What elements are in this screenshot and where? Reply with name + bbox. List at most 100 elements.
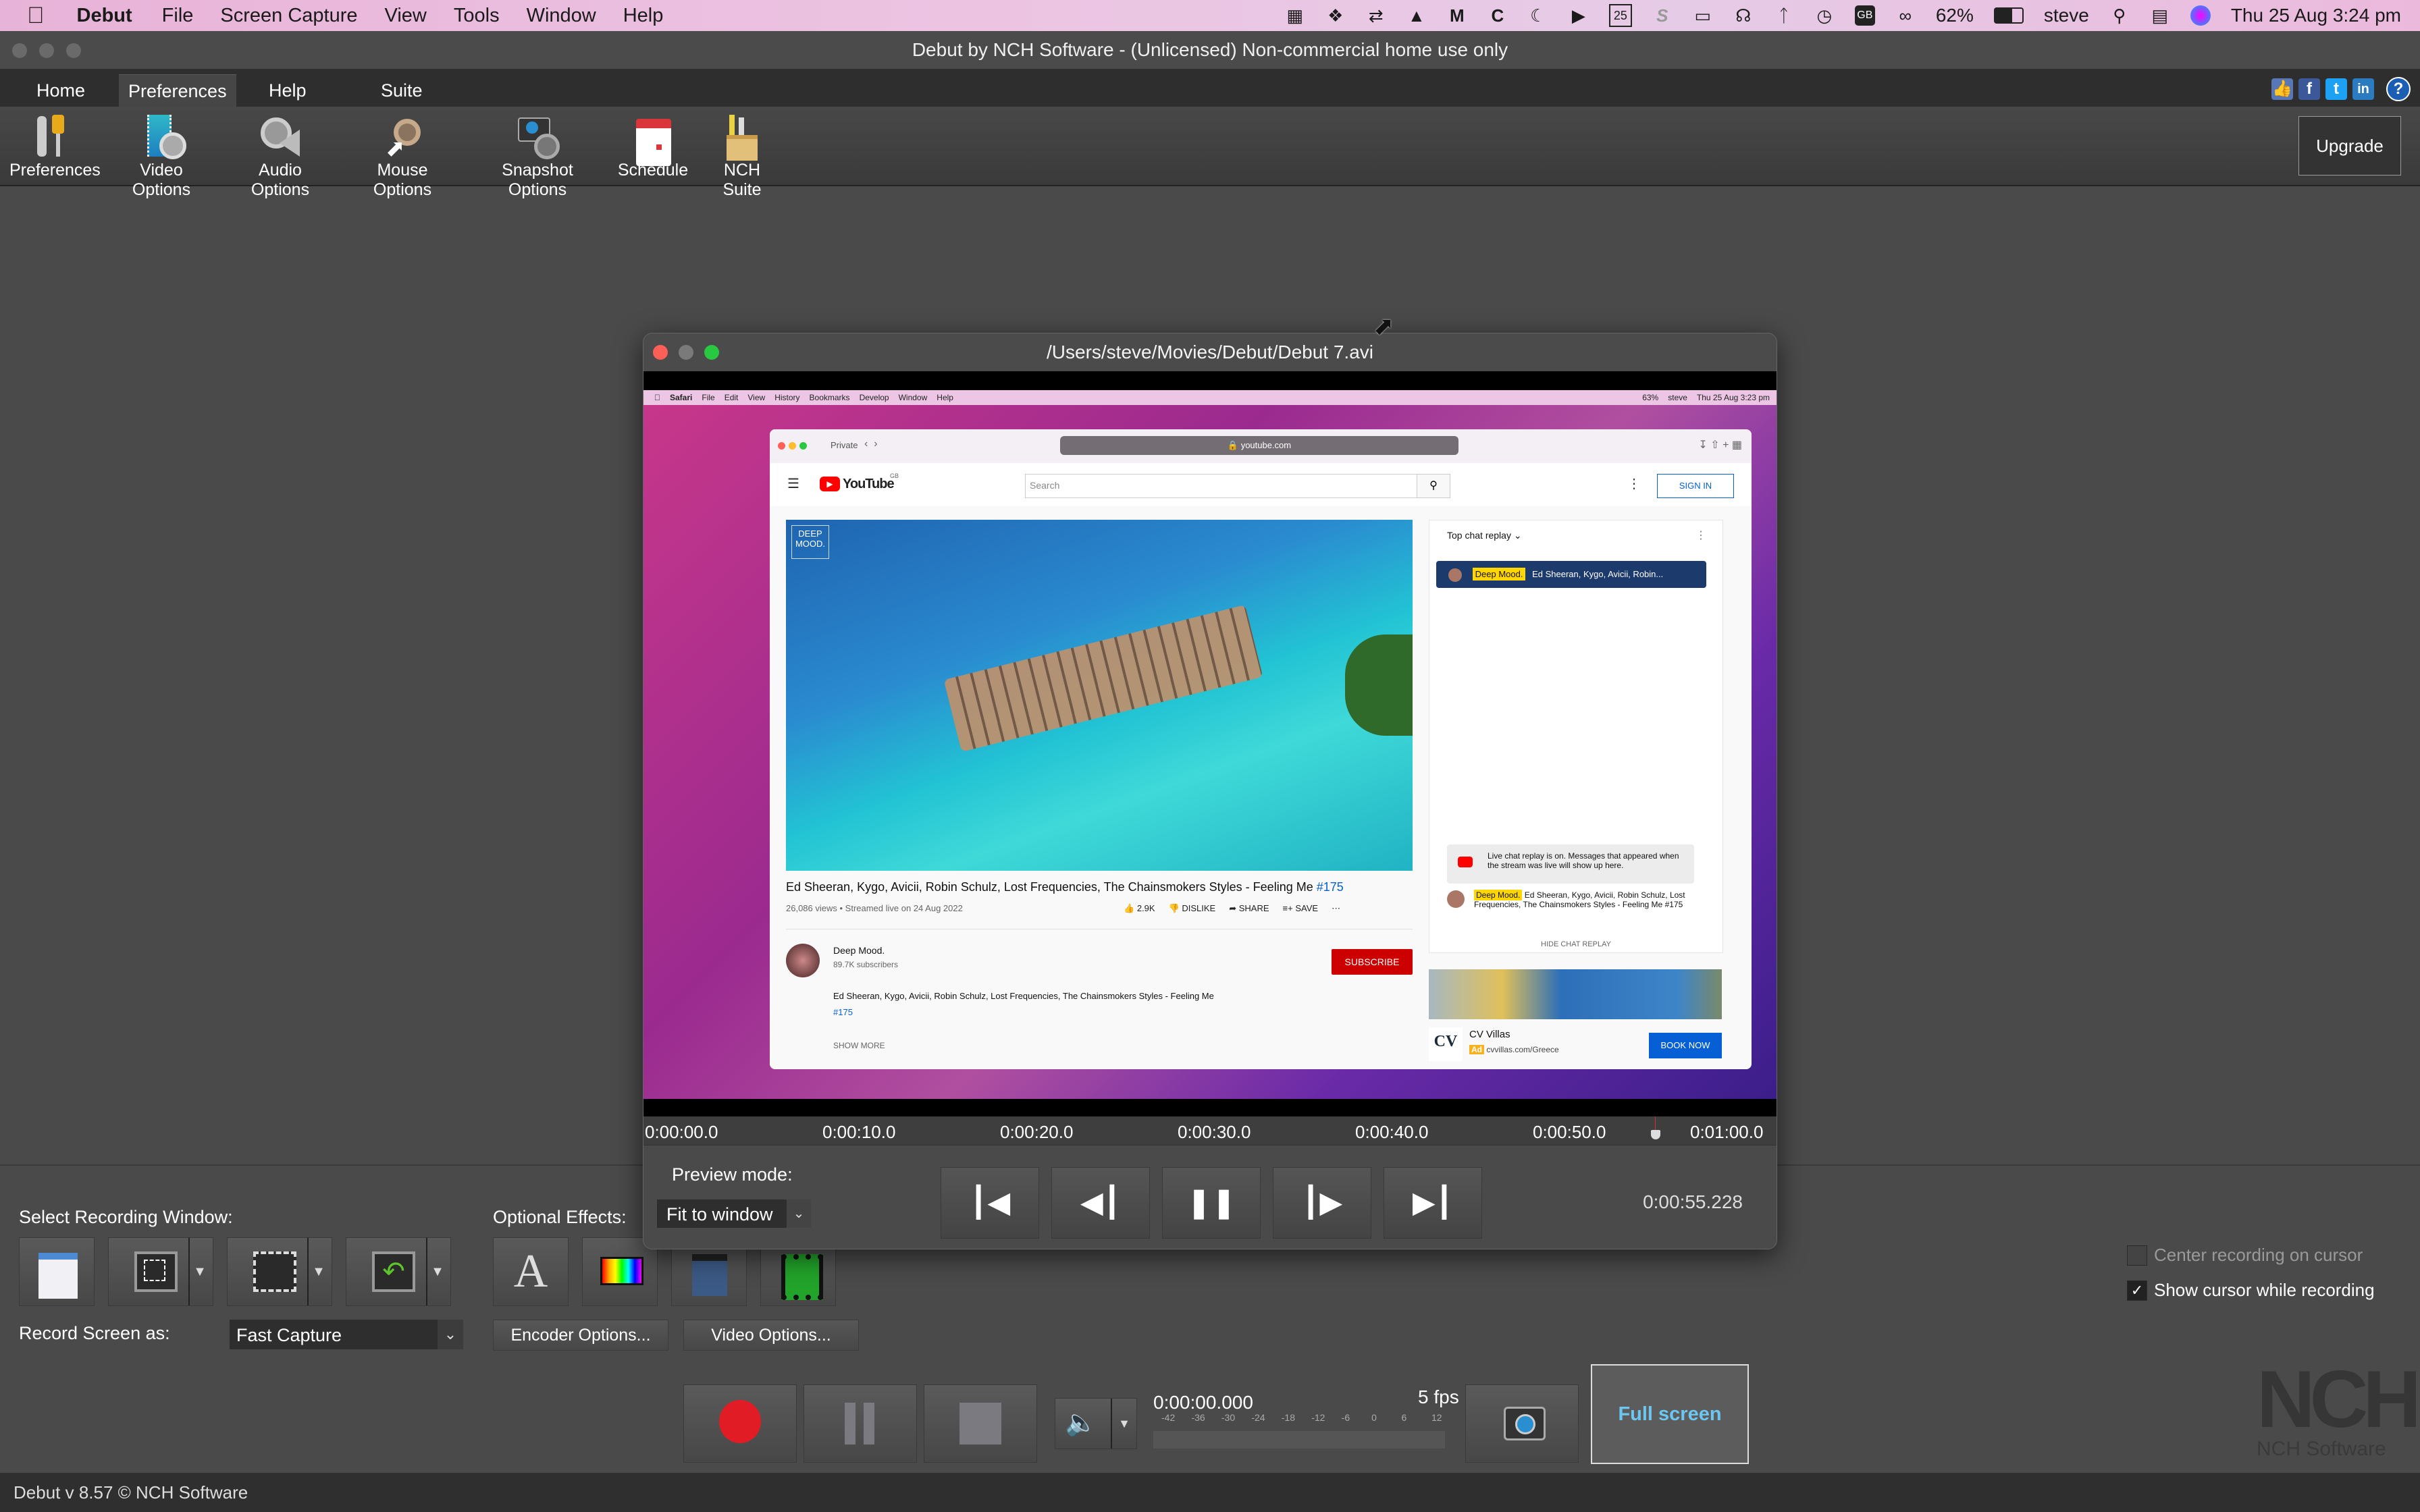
- bluetooth-icon[interactable]: ᛏ: [1774, 5, 1794, 26]
- control-center-icon[interactable]: ▤: [2150, 5, 2170, 26]
- zoom-button[interactable]: [66, 43, 81, 58]
- dropdown-arrow-icon[interactable]: ▼: [307, 1238, 329, 1305]
- dropdown-arrow-icon[interactable]: ▼: [426, 1238, 448, 1305]
- skip-to-end-button[interactable]: ▶┃: [1384, 1167, 1482, 1239]
- menu-file[interactable]: File: [162, 5, 194, 27]
- level-meter-scale: -42 -36 -30 -24 -18 -12 -6 0 6 12: [1161, 1412, 1445, 1426]
- linkedin-icon[interactable]: in: [2352, 78, 2374, 100]
- toolbar-preferences-button[interactable]: Preferences: [9, 115, 101, 180]
- fullscreen-capture-button[interactable]: ▼: [227, 1237, 332, 1306]
- moon-icon[interactable]: ☾: [1528, 5, 1548, 26]
- battery-icon[interactable]: [1993, 7, 2024, 24]
- full-screen-button[interactable]: Full screen: [1591, 1364, 1749, 1464]
- step-back-button[interactable]: ◀┃: [1051, 1167, 1150, 1239]
- dropdown-arrow-icon[interactable]: ▼: [1111, 1399, 1136, 1449]
- menu-window[interactable]: Window: [527, 5, 596, 27]
- menu-clock[interactable]: Thu 25 Aug 3:24 pm: [2231, 5, 2401, 26]
- film-strip-icon[interactable]: ▦: [1285, 5, 1305, 26]
- show-more-link: SHOW MORE: [833, 1041, 885, 1050]
- menu-view[interactable]: View: [385, 5, 427, 27]
- tab-home[interactable]: Home: [27, 74, 95, 107]
- headphones-icon[interactable]: ☊: [1733, 5, 1754, 26]
- tab-help[interactable]: Help: [259, 74, 316, 107]
- chat-header: Top chat replay ⌄: [1447, 530, 1522, 541]
- region-capture-button[interactable]: ▼: [108, 1237, 213, 1306]
- siri-icon[interactable]: [2190, 5, 2211, 26]
- preview-timeline[interactable]: 0:00:00.0 0:00:10.0 0:00:20.0 0:00:30.0 0:00…: [643, 1116, 1777, 1145]
- clapper-brush-icon: [692, 1254, 727, 1296]
- preview-minimize-button[interactable]: [679, 345, 693, 360]
- c-icon[interactable]: C: [1488, 5, 1508, 26]
- toolbar-label: NCH Suite: [722, 161, 762, 199]
- text-caption-button[interactable]: A: [493, 1237, 569, 1306]
- menu-app-name[interactable]: Debut: [77, 5, 132, 27]
- display-icon[interactable]: ▭: [1693, 5, 1713, 26]
- upgrade-button[interactable]: Upgrade: [2298, 116, 2401, 176]
- show-cursor-checkbox[interactable]: ✓: [2127, 1280, 2147, 1301]
- time-machine-icon[interactable]: ◷: [1814, 5, 1835, 26]
- record-dot-icon: [719, 1400, 761, 1443]
- dropdown-arrow-icon[interactable]: ▼: [188, 1238, 210, 1305]
- channel-subscribers: 89.7K subscribers: [833, 960, 899, 969]
- menu-help[interactable]: Help: [623, 5, 664, 27]
- toolbar-mouse-options-button[interactable]: ⬈ Mouse Options: [348, 115, 456, 200]
- stop-record-button[interactable]: [924, 1384, 1037, 1463]
- toolbar-snapshot-options-button[interactable]: Snapshot Options: [473, 115, 602, 200]
- tab-suite[interactable]: Suite: [371, 74, 432, 107]
- toolbar-video-options-button[interactable]: Video Options: [112, 115, 211, 200]
- keyboard-gb-icon[interactable]: GB: [1854, 5, 1875, 26]
- play-icon[interactable]: ▶: [1569, 5, 1589, 26]
- tab-preferences[interactable]: Preferences: [119, 74, 236, 107]
- calendar-icon[interactable]: 25: [1608, 4, 1632, 27]
- malwarebytes-icon[interactable]: M: [1447, 5, 1467, 26]
- video-options-button[interactable]: Video Options...: [683, 1320, 859, 1351]
- like-icon[interactable]: 👍: [2271, 78, 2293, 100]
- menu-tools[interactable]: Tools: [454, 5, 500, 27]
- playhead-handle[interactable]: [1651, 1116, 1661, 1142]
- record-format-select[interactable]: Fast Capture ⌄: [230, 1320, 463, 1349]
- yt-search-input: Search ⚲: [1025, 474, 1450, 498]
- vpn-icon[interactable]: ▲: [1406, 5, 1427, 26]
- menu-user[interactable]: steve: [2044, 5, 2089, 26]
- transfer-icon[interactable]: ⇄: [1366, 5, 1386, 26]
- mac-menu-bar:  Debut File Screen Capture View Tools W…: [0, 0, 2420, 31]
- save-button: ≡+ SAVE: [1282, 903, 1319, 913]
- snapshot-button[interactable]: [1465, 1384, 1579, 1463]
- preview-close-button[interactable]: [653, 345, 668, 360]
- encoder-options-button[interactable]: Encoder Options...: [493, 1320, 668, 1351]
- dropbox-icon[interactable]: ❖: [1325, 5, 1346, 26]
- center-recording-checkbox[interactable]: [2127, 1245, 2147, 1266]
- facebook-icon[interactable]: f: [2298, 78, 2320, 100]
- preview-zoom-button[interactable]: [704, 345, 719, 360]
- url-text: youtube.com: [1240, 440, 1292, 450]
- pause-button[interactable]: ❚❚: [1162, 1167, 1261, 1239]
- close-button[interactable]: [12, 43, 27, 58]
- link-icon[interactable]: ∞: [1895, 5, 1916, 26]
- youtube-page: ☰ ▶ YouTube GB Search ⚲ ⋮ SIGN IN DEEP M…: [770, 463, 1752, 1069]
- preview-mode-select[interactable]: Fit to window ⌄: [657, 1199, 811, 1228]
- previous-area-capture-button[interactable]: ↶ ▼: [346, 1237, 451, 1306]
- record-button[interactable]: [683, 1384, 797, 1463]
- ad-banner-image: [1429, 969, 1722, 1019]
- twitter-icon[interactable]: t: [2325, 78, 2347, 100]
- apple-icon[interactable]: : [27, 3, 45, 29]
- toolbar-schedule-button[interactable]: Schedule: [616, 115, 690, 180]
- timeline-tick-label: 0:00:40.0: [1355, 1122, 1429, 1142]
- hide-chat-button: HIDE CHAT REPLAY: [1541, 940, 1611, 948]
- skip-to-start-button[interactable]: ┃◀: [941, 1167, 1039, 1239]
- audio-source-button[interactable]: 🔈 ▼: [1055, 1398, 1137, 1449]
- toolbar-audio-options-button[interactable]: Audio Options: [230, 115, 331, 200]
- pause-record-button[interactable]: [804, 1384, 917, 1463]
- recorded-desktop:  Safari File Edit View History Bookmark…: [643, 390, 1777, 1099]
- minimize-button[interactable]: [39, 43, 54, 58]
- help-icon[interactable]: ?: [2386, 77, 2411, 101]
- window-capture-button[interactable]: [19, 1237, 95, 1306]
- preview-window: /Users/steve/Movies/Debut/Debut 7.avi  …: [643, 333, 1777, 1249]
- menu-screen-capture[interactable]: Screen Capture: [220, 5, 357, 27]
- toolbar-nch-suite-button[interactable]: NCH Suite: [702, 115, 782, 200]
- yt-search-placeholder: Search: [1030, 480, 1060, 491]
- step-forward-button[interactable]: ┃▶: [1273, 1167, 1371, 1239]
- select-recording-window-label: Select Recording Window:: [19, 1207, 233, 1227]
- s-icon[interactable]: S: [1652, 5, 1673, 26]
- spotlight-icon[interactable]: ⚲: [2109, 5, 2130, 26]
